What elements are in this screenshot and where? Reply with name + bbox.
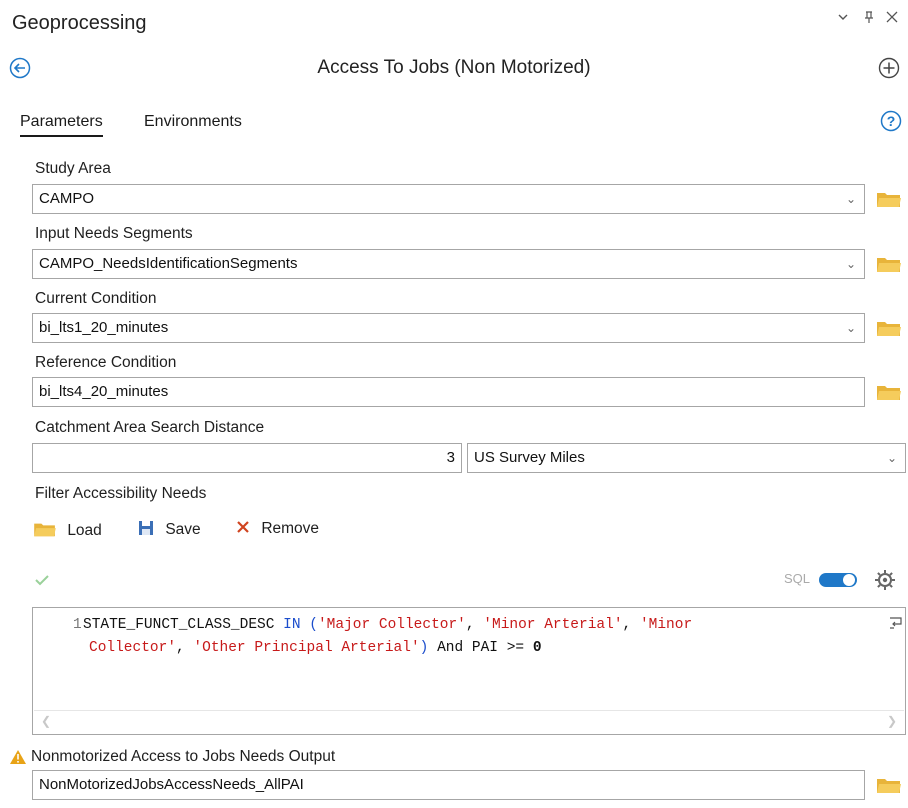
save-icon bbox=[139, 521, 153, 535]
toggle-switch-icon bbox=[819, 573, 857, 587]
editor-scrollbar-divider bbox=[34, 710, 904, 711]
sql-field-2: PAI bbox=[471, 640, 498, 656]
chevron-down-icon: ⌄ bbox=[845, 321, 856, 335]
help-icon: ? bbox=[880, 110, 902, 132]
pane-title: Geoprocessing bbox=[12, 12, 147, 34]
current-condition-value: bi_lts1_20_minutes bbox=[39, 319, 169, 336]
pin-icon[interactable] bbox=[862, 10, 876, 28]
reference-condition-label: Reference Condition bbox=[35, 354, 177, 371]
output-label: Nonmotorized Access to Jobs Needs Output bbox=[31, 748, 336, 765]
close-icon[interactable] bbox=[885, 10, 899, 28]
sql-operator: >= bbox=[498, 640, 533, 656]
browse-current-condition-button[interactable] bbox=[876, 318, 902, 338]
chevron-down-icon[interactable] bbox=[836, 10, 850, 28]
line-number: 1 bbox=[73, 617, 82, 633]
load-button[interactable]: Load bbox=[33, 520, 102, 540]
study-area-label: Study Area bbox=[35, 160, 111, 177]
folder-icon bbox=[877, 193, 901, 207]
folder-icon bbox=[877, 779, 901, 793]
sql-line-1: STATE_FUNCT_CLASS_DESC IN ('Major Collec… bbox=[83, 614, 692, 637]
input-needs-segments-value: CAMPO_NeedsIdentificationSegments bbox=[39, 255, 298, 272]
folder-icon bbox=[877, 386, 901, 400]
help-button[interactable]: ? bbox=[880, 110, 902, 137]
catchment-distance-value: 3 bbox=[446, 449, 455, 466]
save-label: Save bbox=[165, 521, 201, 538]
chevron-down-icon: ⌄ bbox=[845, 257, 856, 271]
save-button[interactable]: Save bbox=[138, 520, 201, 539]
sql-comma: , bbox=[176, 640, 194, 656]
folder-icon bbox=[877, 258, 901, 272]
input-needs-segments-dropdown[interactable]: CAMPO_NeedsIdentificationSegments ⌄ bbox=[32, 249, 865, 279]
sql-value-2: 'Minor Arterial' bbox=[483, 617, 623, 633]
sql-and-keyword: And bbox=[428, 640, 472, 656]
sql-toggle-label: SQL bbox=[784, 571, 811, 586]
remove-label: Remove bbox=[261, 520, 320, 537]
tab-environments[interactable]: Environments bbox=[144, 113, 242, 131]
output-input[interactable]: NonMotorizedJobsAccessNeeds_AllPAI bbox=[32, 770, 865, 800]
sql-line-1-wrap: Collector', 'Other Principal Arterial') … bbox=[89, 637, 542, 660]
output-value: NonMotorizedJobsAccessNeeds_AllPAI bbox=[39, 776, 304, 793]
current-condition-dropdown[interactable]: bi_lts1_20_minutes ⌄ bbox=[32, 313, 865, 343]
add-button[interactable] bbox=[878, 57, 900, 84]
current-condition-label: Current Condition bbox=[35, 290, 157, 307]
plus-circle-icon bbox=[878, 57, 900, 79]
sql-value-1: 'Major Collector' bbox=[317, 617, 466, 633]
distance-unit-value: US Survey Miles bbox=[474, 449, 585, 466]
sql-comma: , bbox=[622, 617, 640, 633]
browse-output-button[interactable] bbox=[876, 775, 902, 795]
catchment-distance-input[interactable]: 3 bbox=[32, 443, 462, 473]
browse-reference-condition-button[interactable] bbox=[876, 382, 902, 402]
folder-icon bbox=[34, 523, 56, 537]
sql-editor[interactable]: 1 STATE_FUNCT_CLASS_DESC IN ('Major Coll… bbox=[32, 607, 906, 735]
sql-comma: , bbox=[465, 617, 484, 633]
study-area-value: CAMPO bbox=[39, 190, 95, 207]
sql-value-4: 'Other Principal Arterial' bbox=[193, 640, 420, 656]
sql-number: 0 bbox=[532, 640, 542, 656]
tool-title: Access To Jobs (Non Motorized) bbox=[317, 57, 591, 78]
chevron-down-icon: ⌄ bbox=[845, 192, 856, 206]
svg-text:?: ? bbox=[887, 113, 896, 129]
remove-button[interactable]: Remove bbox=[236, 520, 319, 538]
input-needs-segments-label: Input Needs Segments bbox=[35, 225, 193, 242]
folder-icon bbox=[877, 322, 901, 336]
chevron-down-icon: ⌄ bbox=[886, 451, 897, 465]
sql-value-3b: Collector' bbox=[89, 640, 177, 656]
validate-check-icon bbox=[34, 573, 50, 592]
sql-value-3a: 'Minor bbox=[639, 617, 693, 633]
browse-input-needs-button[interactable] bbox=[876, 254, 902, 274]
browse-study-area-button[interactable] bbox=[876, 189, 902, 209]
remove-x-icon bbox=[237, 521, 249, 533]
scroll-left-icon[interactable]: ❮ bbox=[41, 714, 51, 728]
catchment-distance-label: Catchment Area Search Distance bbox=[35, 419, 265, 436]
settings-button[interactable] bbox=[874, 569, 896, 596]
study-area-dropdown[interactable]: CAMPO ⌄ bbox=[32, 184, 865, 214]
distance-unit-dropdown[interactable]: US Survey Miles ⌄ bbox=[467, 443, 906, 473]
tab-parameters[interactable]: Parameters bbox=[20, 113, 103, 137]
word-wrap-icon[interactable] bbox=[889, 616, 903, 635]
scroll-right-icon[interactable]: ❯ bbox=[887, 714, 897, 728]
reference-condition-input[interactable]: bi_lts4_20_minutes bbox=[32, 377, 865, 407]
warning-icon bbox=[9, 749, 27, 770]
sql-field: STATE_FUNCT_CLASS_DESC bbox=[83, 617, 275, 633]
sql-toggle[interactable] bbox=[818, 571, 860, 594]
filter-accessibility-label: Filter Accessibility Needs bbox=[35, 485, 207, 502]
sql-in-keyword: IN ( bbox=[274, 617, 318, 633]
load-label: Load bbox=[67, 522, 102, 539]
reference-condition-value: bi_lts4_20_minutes bbox=[39, 383, 169, 400]
gear-icon bbox=[875, 570, 895, 590]
